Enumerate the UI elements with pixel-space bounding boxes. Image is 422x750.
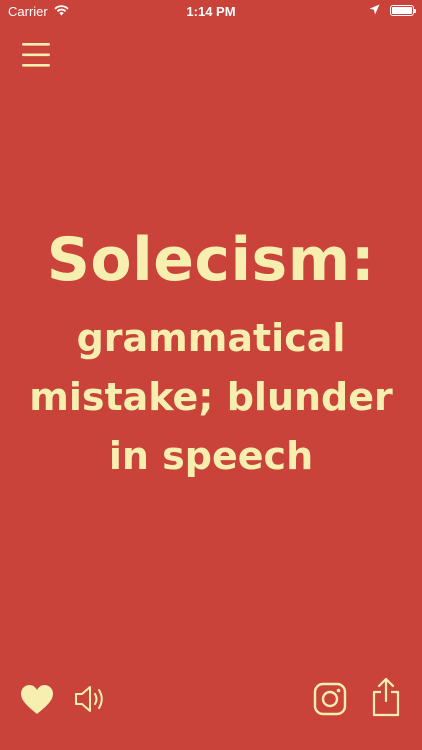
word-title: Solecism: <box>46 225 376 295</box>
menu-button[interactable] <box>22 42 52 68</box>
bottom-toolbar <box>0 670 422 750</box>
share-button[interactable] <box>370 677 402 717</box>
hamburger-menu-icon <box>22 43 50 67</box>
heart-icon <box>21 685 53 714</box>
battery-icon <box>390 5 416 16</box>
pronounce-button[interactable] <box>74 684 110 714</box>
favorite-button[interactable] <box>20 684 54 716</box>
battery-fill <box>392 7 412 14</box>
word-definition: grammatical mistake; blunder in speech <box>29 316 393 478</box>
status-right <box>369 3 416 18</box>
speaker-icon <box>75 686 103 712</box>
status-time: 1:14 PM <box>186 4 236 19</box>
instagram-button[interactable] <box>313 682 347 716</box>
share-icon <box>372 677 400 717</box>
status-bar: Carrier 1:14 PM <box>0 0 422 24</box>
word-card: Solecism: grammatical mistake; blunder i… <box>0 226 422 486</box>
location-arrow-icon <box>369 3 380 18</box>
instagram-icon <box>313 682 347 716</box>
